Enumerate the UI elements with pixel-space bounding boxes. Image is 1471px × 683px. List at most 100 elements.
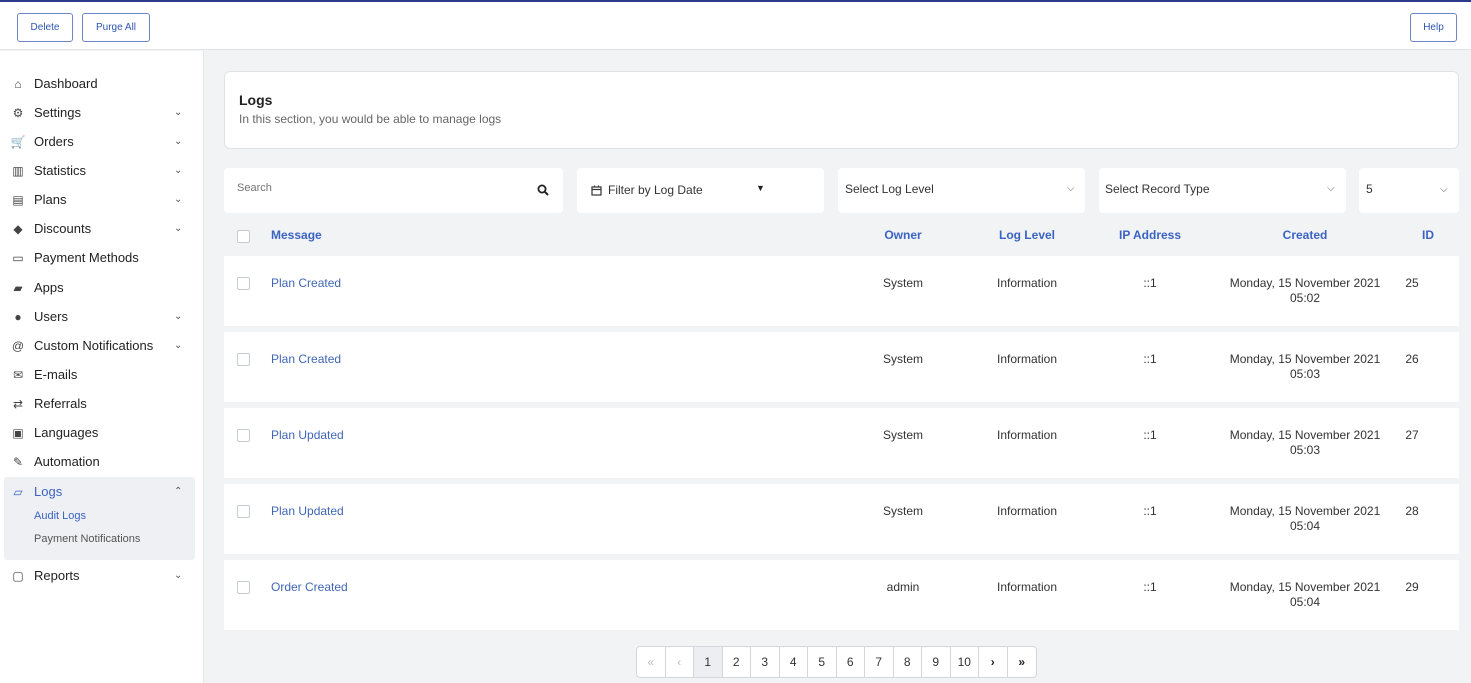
table-row[interactable]: Plan Updated System Information::1 Monday, …	[224, 408, 1459, 478]
table-row[interactable]: Plan Created System Information::1 Monday, …	[224, 332, 1459, 402]
page-button-9[interactable]: 9	[922, 647, 951, 677]
search-box[interactable]	[224, 168, 563, 213]
page-button-2[interactable]: 2	[723, 647, 751, 677]
column-header-ip-address[interactable]: IP Address	[1100, 228, 1200, 242]
row-created-time: 05:03	[1289, 443, 1321, 457]
page-size-value: 5	[1366, 182, 1373, 196]
sidebar-item-label: Automation	[34, 454, 100, 469]
sidebar-item-label: Orders	[34, 134, 74, 149]
sidebar-item-orders[interactable]: 🛒 Orders ⌄	[0, 127, 204, 156]
next-page-button[interactable]: ›	[979, 647, 1008, 677]
page-button-5[interactable]: 5	[808, 647, 837, 677]
page-button-1[interactable]: 1	[694, 647, 723, 677]
row-ip-address: ::1	[1143, 504, 1157, 518]
chevron-down-icon[interactable]: ⌄	[174, 570, 182, 581]
chevron-down-icon[interactable]: ⌄	[174, 194, 182, 205]
sidebar-item-label: Languages	[34, 425, 99, 440]
row-checkbox[interactable]	[237, 505, 250, 518]
page-button-3[interactable]: 3	[751, 647, 780, 677]
first-page-button[interactable]: «	[637, 647, 666, 677]
sidebar-item-users[interactable]: ● Users ⌄	[0, 302, 204, 331]
sidebar-item-dashboard[interactable]: ⌂ Dashboard	[0, 69, 204, 98]
row-message[interactable]: Order Created	[271, 580, 348, 594]
select-all-checkbox[interactable]	[237, 230, 250, 243]
page-button-8[interactable]: 8	[894, 647, 922, 677]
sidebar-item-discounts[interactable]: ◆ Discounts ⌄	[0, 214, 204, 243]
top-toolbar: Delete Purge All Help	[0, 0, 1471, 50]
sidebar-item-apps[interactable]: ▰ Apps	[0, 273, 204, 302]
log-date-filter-label: Filter by Log Date	[608, 183, 703, 197]
sidebar-item-languages[interactable]: ▣ Languages	[0, 418, 204, 447]
row-message[interactable]: Plan Created	[271, 276, 341, 290]
sidebar-item-e-mails[interactable]: ✉ E-mails	[0, 360, 204, 389]
column-header-id[interactable]: ID	[1408, 228, 1448, 242]
chevron-down-icon[interactable]: ⌄	[174, 223, 182, 234]
chevron-down-icon[interactable]: ⌄	[174, 340, 182, 351]
row-checkbox[interactable]	[237, 581, 250, 594]
sidebar: ⌂ Dashboard ⚙ Settings ⌄ 🛒 Orders ⌄ ▥ Statistics ⌄…	[0, 51, 204, 683]
row-owner: System	[882, 504, 923, 518]
at-icon: @	[11, 338, 25, 353]
prev-page-button[interactable]: ‹	[666, 647, 694, 677]
page-header-card: Logs In this section, you would be able …	[224, 71, 1459, 149]
sidebar-item-settings[interactable]: ⚙ Settings ⌄	[0, 98, 204, 127]
row-checkbox[interactable]	[237, 353, 250, 366]
apps-icon: ▰	[13, 280, 23, 295]
sidebar-item-statistics[interactable]: ▥ Statistics ⌄	[0, 156, 204, 185]
row-log-level: Information	[996, 276, 1058, 290]
page-button-6[interactable]: 6	[837, 647, 865, 677]
chevron-down-icon[interactable]: ⌄	[174, 311, 182, 322]
sidebar-item-label: Plans	[34, 192, 67, 207]
log-date-filter[interactable]: Filter by Log Date ▼	[577, 168, 824, 213]
row-created-date: Monday, 15 November 2021	[1229, 276, 1381, 290]
page-button-10[interactable]: 10	[951, 647, 979, 677]
row-log-level: Information	[996, 352, 1058, 366]
chevron-down-icon[interactable]: ⌄	[174, 136, 182, 147]
sidebar-item-reports[interactable]: ▢ Reports ⌄	[0, 561, 204, 590]
row-log-level: Information	[996, 580, 1058, 594]
sidebar-subitem-audit-logs[interactable]: Audit Logs	[34, 510, 86, 522]
row-owner: System	[882, 276, 923, 290]
sidebar-subitem-payment-notifications[interactable]: Payment Notifications	[34, 533, 140, 545]
table-row[interactable]: Order Created admin Information::1 Monday, …	[224, 560, 1459, 630]
sidebar-item-custom-notifications[interactable]: @ Custom Notifications ⌄	[0, 331, 204, 360]
search-icon[interactable]	[537, 184, 549, 196]
record-type-select-label: Select Record Type	[1105, 182, 1210, 196]
chevron-down-icon[interactable]: ⌄	[174, 107, 182, 118]
row-message[interactable]: Plan Updated	[271, 428, 344, 442]
row-owner: System	[882, 352, 923, 366]
log-level-select[interactable]: Select Log Level ⌵	[838, 168, 1085, 213]
column-header-log-level[interactable]: Log Level	[977, 228, 1077, 242]
sidebar-item-logs[interactable]: ▱ Logs ⌃	[0, 477, 204, 506]
sidebar-item-plans[interactable]: ▤ Plans ⌄	[0, 185, 204, 214]
page-size-select[interactable]: 5 ⌵	[1359, 168, 1459, 213]
sidebar-item-automation[interactable]: ✎ Automation	[0, 447, 204, 476]
log-level-select-label: Select Log Level	[845, 182, 934, 196]
row-checkbox[interactable]	[237, 277, 250, 290]
purge-all-button[interactable]: Purge All	[82, 13, 150, 42]
last-page-button[interactable]: »	[1008, 647, 1037, 677]
row-checkbox[interactable]	[237, 429, 250, 442]
envelope-icon: ✉	[12, 367, 24, 382]
chevron-up-icon[interactable]: ⌃	[174, 486, 182, 497]
page-button-7[interactable]: 7	[865, 647, 894, 677]
record-type-select[interactable]: Select Record Type ⌵	[1099, 168, 1346, 213]
sidebar-item-label: Settings	[34, 105, 81, 120]
table-row[interactable]: Plan Updated System Information::1 Monday, …	[224, 484, 1459, 554]
row-message[interactable]: Plan Updated	[271, 504, 344, 518]
search-input[interactable]	[237, 182, 517, 194]
help-button[interactable]: Help	[1410, 13, 1457, 42]
column-header-message[interactable]: Message	[271, 228, 322, 242]
table-row[interactable]: Plan Created System Information::1 Monday, …	[224, 256, 1459, 326]
chevron-down-icon: ⌵	[1440, 184, 1448, 195]
page-button-4[interactable]: 4	[780, 647, 808, 677]
caret-down-icon: ▼	[756, 183, 765, 193]
cart-icon: 🛒	[10, 134, 26, 149]
sidebar-item-payment-methods[interactable]: ▭ Payment Methods	[0, 243, 204, 272]
row-message[interactable]: Plan Created	[271, 352, 341, 366]
delete-button[interactable]: Delete	[17, 13, 73, 42]
chevron-down-icon[interactable]: ⌄	[174, 165, 182, 176]
column-header-created[interactable]: Created	[1225, 228, 1385, 242]
sidebar-item-referrals[interactable]: ⇄ Referrals	[0, 389, 204, 418]
column-header-owner[interactable]: Owner	[853, 228, 953, 242]
